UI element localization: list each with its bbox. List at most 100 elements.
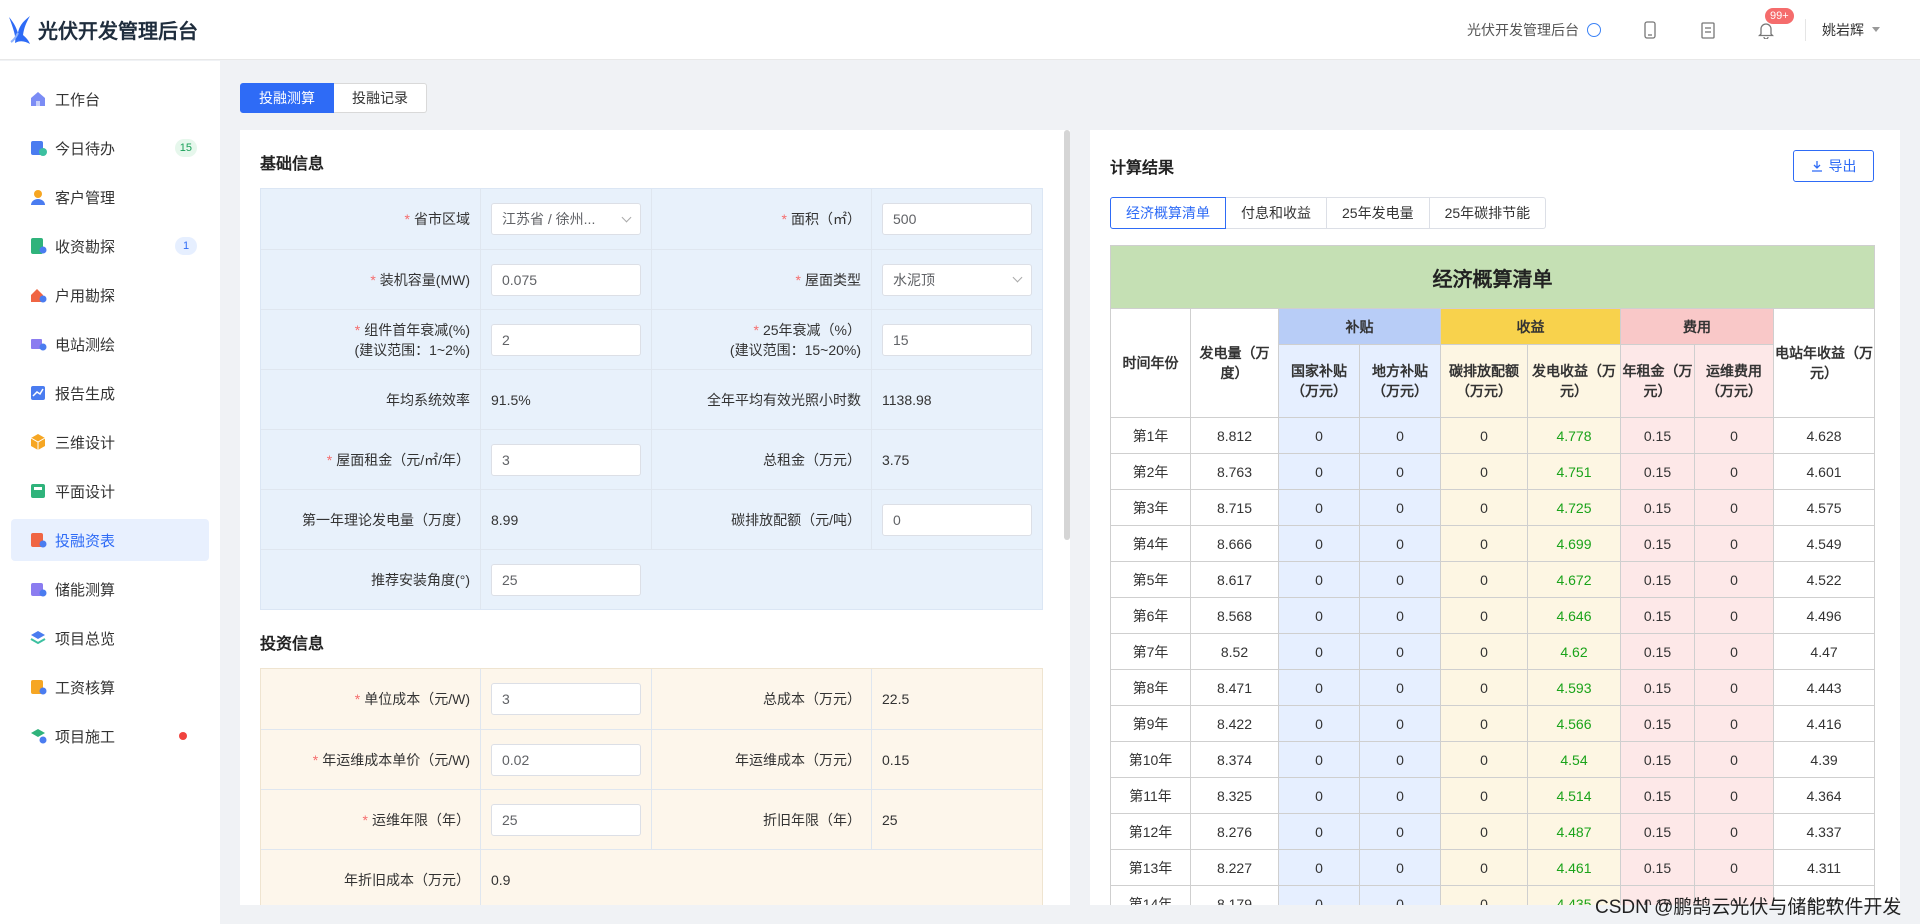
unit-cost-label: * 单位成本（元/W) xyxy=(261,669,481,729)
table-cell: 4.311 xyxy=(1772,849,1876,886)
efficiency-value: 91.5% xyxy=(481,370,652,429)
roof-type-label: * 屋面类型 xyxy=(652,250,872,309)
table-cell: 8.325 xyxy=(1190,777,1279,814)
tab-finance-records[interactable]: 投融记录 xyxy=(334,83,427,113)
result-tabs: 经济概算清单 付息和收益 25年发电量 25年碳排节能 xyxy=(1110,197,1547,229)
decay25-input[interactable]: 15 xyxy=(882,323,1032,356)
total-rent-value: 3.75 xyxy=(872,430,1042,489)
sidebar-item-plane-design[interactable]: 平面设计 xyxy=(11,470,209,512)
app-title: 光伏开发管理后台 xyxy=(38,21,198,43)
economic-table: 经济概算清单 时间年份 发电量（万度） 补贴 收益 费用 电站年收益（万元） 国… xyxy=(1109,245,1876,905)
sidebar-item-label: 三维设计 xyxy=(55,434,116,452)
results-panel: 计算结果 导出 经济概算清单 付息和收益 25年发电量 25年碳排节能 经济概算… xyxy=(1090,130,1900,905)
col-carbon: 碳排放配额（万元） xyxy=(1440,344,1528,418)
tab-interest-income[interactable]: 付息和收益 xyxy=(1226,197,1327,229)
sidebar-item-3d-design[interactable]: 三维设计 xyxy=(11,421,209,463)
area-label: * 面积（㎡） xyxy=(652,189,872,249)
table-cell: 4.496 xyxy=(1772,597,1876,634)
table-cell: 0 xyxy=(1278,489,1360,526)
table-cell: 4.337 xyxy=(1772,813,1876,850)
sidebar-item-label: 收资勘探 xyxy=(55,238,116,256)
storage-icon xyxy=(29,580,47,598)
angle-input[interactable]: 25 xyxy=(491,563,641,596)
tab-finance-calc[interactable]: 投融测算 xyxy=(240,83,334,113)
tab-25y-generation[interactable]: 25年发电量 xyxy=(1327,197,1430,229)
sidebar-item-household[interactable]: 户用勘探 xyxy=(11,274,209,316)
table-cell: 4.522 xyxy=(1772,561,1876,598)
roof-type-select[interactable]: 水泥顶 xyxy=(882,263,1032,296)
table-cell: 0 xyxy=(1440,561,1528,598)
download-icon xyxy=(1811,161,1822,172)
mobile-icon[interactable] xyxy=(1641,20,1659,40)
table-cell: 4.778 xyxy=(1527,417,1621,454)
table-cell: 0.15 xyxy=(1620,453,1695,490)
col-om: 运维费用（万元） xyxy=(1694,344,1774,418)
scrollbar-thumb[interactable] xyxy=(1064,130,1070,540)
sidebar-item-survey[interactable]: 收资勘探 1 xyxy=(11,225,209,267)
export-button[interactable]: 导出 xyxy=(1793,150,1874,182)
table-row: 第12年 8.276 0 0 0 4.487 0.15 0 4.337 xyxy=(1110,813,1876,850)
table-cell: 8.276 xyxy=(1190,813,1279,850)
col-national-subsidy: 国家补贴（万元） xyxy=(1278,344,1360,418)
om-years-label: * 运维年限（年） xyxy=(261,790,481,849)
export-label: 导出 xyxy=(1828,158,1857,174)
tab-25y-carbon[interactable]: 25年碳排节能 xyxy=(1429,197,1547,229)
salary-icon xyxy=(29,678,47,696)
group-subsidy: 补贴 xyxy=(1278,308,1441,345)
table-cell: 0 xyxy=(1359,669,1441,706)
table-cell: 0.15 xyxy=(1620,741,1695,778)
table-cell: 第2年 xyxy=(1110,453,1191,490)
sidebar-item-report[interactable]: 报告生成 xyxy=(11,372,209,414)
sidebar-item-finance[interactable]: 投融资表 xyxy=(11,519,209,561)
table-row: 第7年 8.52 0 0 0 4.62 0.15 0 4.47 xyxy=(1110,633,1876,670)
sidebar-item-construction[interactable]: 项目施工 xyxy=(11,715,209,757)
table-cell: 第6年 xyxy=(1110,597,1191,634)
overview-icon xyxy=(29,629,47,647)
area-input[interactable]: 500 xyxy=(882,203,1032,235)
bell-icon[interactable]: 99+ xyxy=(1757,7,1794,40)
system-switcher[interactable]: 光伏开发管理后台 xyxy=(1467,20,1601,40)
table-cell: 0.15 xyxy=(1620,489,1695,526)
logo[interactable]: 光伏开发管理后台 xyxy=(0,13,226,47)
capacity-input[interactable]: 0.075 xyxy=(491,263,641,296)
first-decay-input[interactable]: 2 xyxy=(491,323,641,356)
clipboard-icon[interactable] xyxy=(1699,20,1717,40)
table-cell: 0 xyxy=(1440,489,1528,526)
table-cell: 8.179 xyxy=(1190,885,1279,905)
table-cell: 4.54 xyxy=(1527,741,1621,778)
table-cell: 0 xyxy=(1694,849,1774,886)
sidebar-item-mapping[interactable]: 电站测绘 xyxy=(11,323,209,365)
table-cell: 0.15 xyxy=(1620,597,1695,634)
table-cell: 8.666 xyxy=(1190,525,1279,562)
household-icon xyxy=(29,286,47,304)
sidebar-item-todo[interactable]: 今日待办 15 xyxy=(11,127,209,169)
results-title: 计算结果 xyxy=(1110,160,1175,177)
om-years-input[interactable]: 25 xyxy=(491,803,641,836)
sidebar-item-customers[interactable]: 客户管理 xyxy=(11,176,209,218)
user-menu[interactable]: 姚岩辉 xyxy=(1822,20,1880,40)
sidebar-item-workbench[interactable]: 工作台 xyxy=(11,78,209,120)
table-cell: 0.15 xyxy=(1620,561,1695,598)
table-cell: 0 xyxy=(1278,813,1360,850)
tab-budget-list[interactable]: 经济概算清单 xyxy=(1110,197,1226,229)
table-cell: 0 xyxy=(1440,669,1528,706)
construction-icon xyxy=(29,727,47,745)
sidebar-item-salary[interactable]: 工资核算 xyxy=(11,666,209,708)
om-cost-value: 0.15 xyxy=(872,730,1042,789)
table-row: 第6年 8.568 0 0 0 4.646 0.15 0 4.496 xyxy=(1110,597,1876,634)
table-cell: 0 xyxy=(1278,885,1360,905)
table-cell: 8.568 xyxy=(1190,597,1279,634)
unit-cost-input[interactable]: 3 xyxy=(491,683,641,715)
invest-info-title: 投资信息 xyxy=(260,636,325,653)
province-select[interactable]: 江苏省 / 徐州... xyxy=(491,203,641,235)
rent-input[interactable]: 3 xyxy=(491,443,641,476)
carbon-input[interactable]: 0 xyxy=(882,503,1032,536)
sidebar-item-storage[interactable]: 储能测算 xyxy=(11,568,209,610)
sidebar-item-overview[interactable]: 项目总览 xyxy=(11,617,209,659)
table-cell: 第5年 xyxy=(1110,561,1191,598)
table-cell: 0 xyxy=(1694,561,1774,598)
table-cell: 0.15 xyxy=(1620,525,1695,562)
om-price-input[interactable]: 0.02 xyxy=(491,743,641,776)
province-label: * 省市区域 xyxy=(261,189,481,249)
depr-cost-label: 年折旧成本（万元） xyxy=(261,850,481,905)
